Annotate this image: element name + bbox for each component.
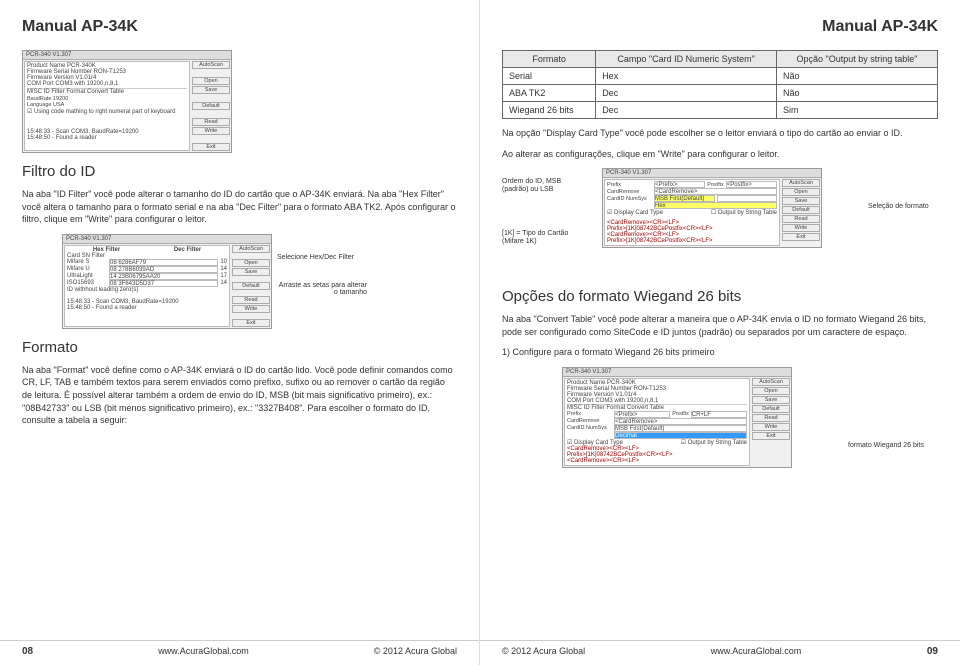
section-formato-text: Na aba "Format" você define como o AP-34…	[22, 364, 457, 427]
section-formato-title: Formato	[22, 339, 457, 356]
screenshot-idfilter: PCR-340 V1.307 Hex Filter Dec Filter Car…	[62, 234, 272, 329]
step-1: 1) Configure para o formato Wiegand 26 b…	[502, 346, 938, 359]
page-title-left: Manual AP-34K	[22, 18, 457, 36]
page-title-right: Manual AP-34K	[502, 18, 938, 36]
screenshot-format: PCR-340 V1.307 Prefix<Prefix>Postfix<Pos…	[602, 168, 822, 248]
table-row: ABA TK2DecNão	[503, 85, 938, 102]
display-card-type-text: Na opção "Display Card Type" você pode e…	[502, 127, 938, 140]
screenshot-wiegand: PCR-340 V1.307 Product Name PCR-340K Fir…	[562, 367, 792, 468]
save-button[interactable]: Save	[192, 86, 230, 94]
section-wiegand-text: Na aba "Convert Table" você pode alterar…	[502, 313, 938, 338]
read-button[interactable]: Read	[192, 118, 230, 126]
callout-drag-arrows: Arraste as setas para alterar o tamanho	[277, 282, 367, 297]
callout-wiegand-format: formato Wiegand 26 bits	[848, 442, 938, 450]
table-row: Formato Campo "Card ID Numeric System" O…	[503, 51, 938, 68]
footer-copyright: © 2012 Acura Global	[374, 646, 457, 657]
format-table: Formato Campo "Card ID Numeric System" O…	[502, 50, 938, 119]
autoscan-button[interactable]: AutoScan	[192, 61, 230, 69]
window-title: PCR-340 V1.307	[63, 235, 271, 244]
callout-card-type: [1K] = Tipo do Cartão (Mifare 1K)	[502, 230, 592, 245]
table-row: Wiegand 26 bitsDecSim	[503, 102, 938, 119]
footer-url: www.AcuraGlobal.com	[158, 646, 249, 657]
page-number: 09	[927, 646, 938, 657]
window-title: PCR-340 V1.307	[23, 51, 231, 60]
exit-button[interactable]: Exit	[192, 143, 230, 151]
screenshot-misc: PCR-340 V1.307 Product Name PCR-340K Fir…	[22, 50, 232, 153]
callout-format-select: Seleção de formato	[868, 203, 938, 211]
footer-url: www.AcuraGlobal.com	[711, 646, 802, 657]
open-button[interactable]: Open	[192, 77, 230, 85]
section-filtro-title: Filtro do ID	[22, 163, 457, 180]
page-number: 08	[22, 646, 33, 657]
page-right: Manual AP-34K Formato Campo "Card ID Num…	[480, 0, 960, 665]
section-filtro-text: Na aba "ID Filter" você pode alterar o t…	[22, 188, 457, 226]
footer-copyright: © 2012 Acura Global	[502, 646, 585, 657]
callout-select-filter: Selecione Hex/Dec Filter	[277, 254, 367, 262]
write-button[interactable]: Write	[192, 127, 230, 135]
callout-id-order: Ordem do ID, MSB (padrão) ou LSB	[502, 178, 582, 193]
default-button[interactable]: Default	[192, 102, 230, 110]
table-row: SerialHexNão	[503, 68, 938, 85]
footer-right: © 2012 Acura Global www.AcuraGlobal.com …	[480, 640, 960, 657]
footer-left: 08 www.AcuraGlobal.com © 2012 Acura Glob…	[0, 640, 479, 657]
section-wiegand-title: Opções do formato Wiegand 26 bits	[502, 288, 938, 305]
write-config-text: Ao alterar as configurações, clique em "…	[502, 148, 938, 161]
page-left: Manual AP-34K PCR-340 V1.307 Product Nam…	[0, 0, 480, 665]
